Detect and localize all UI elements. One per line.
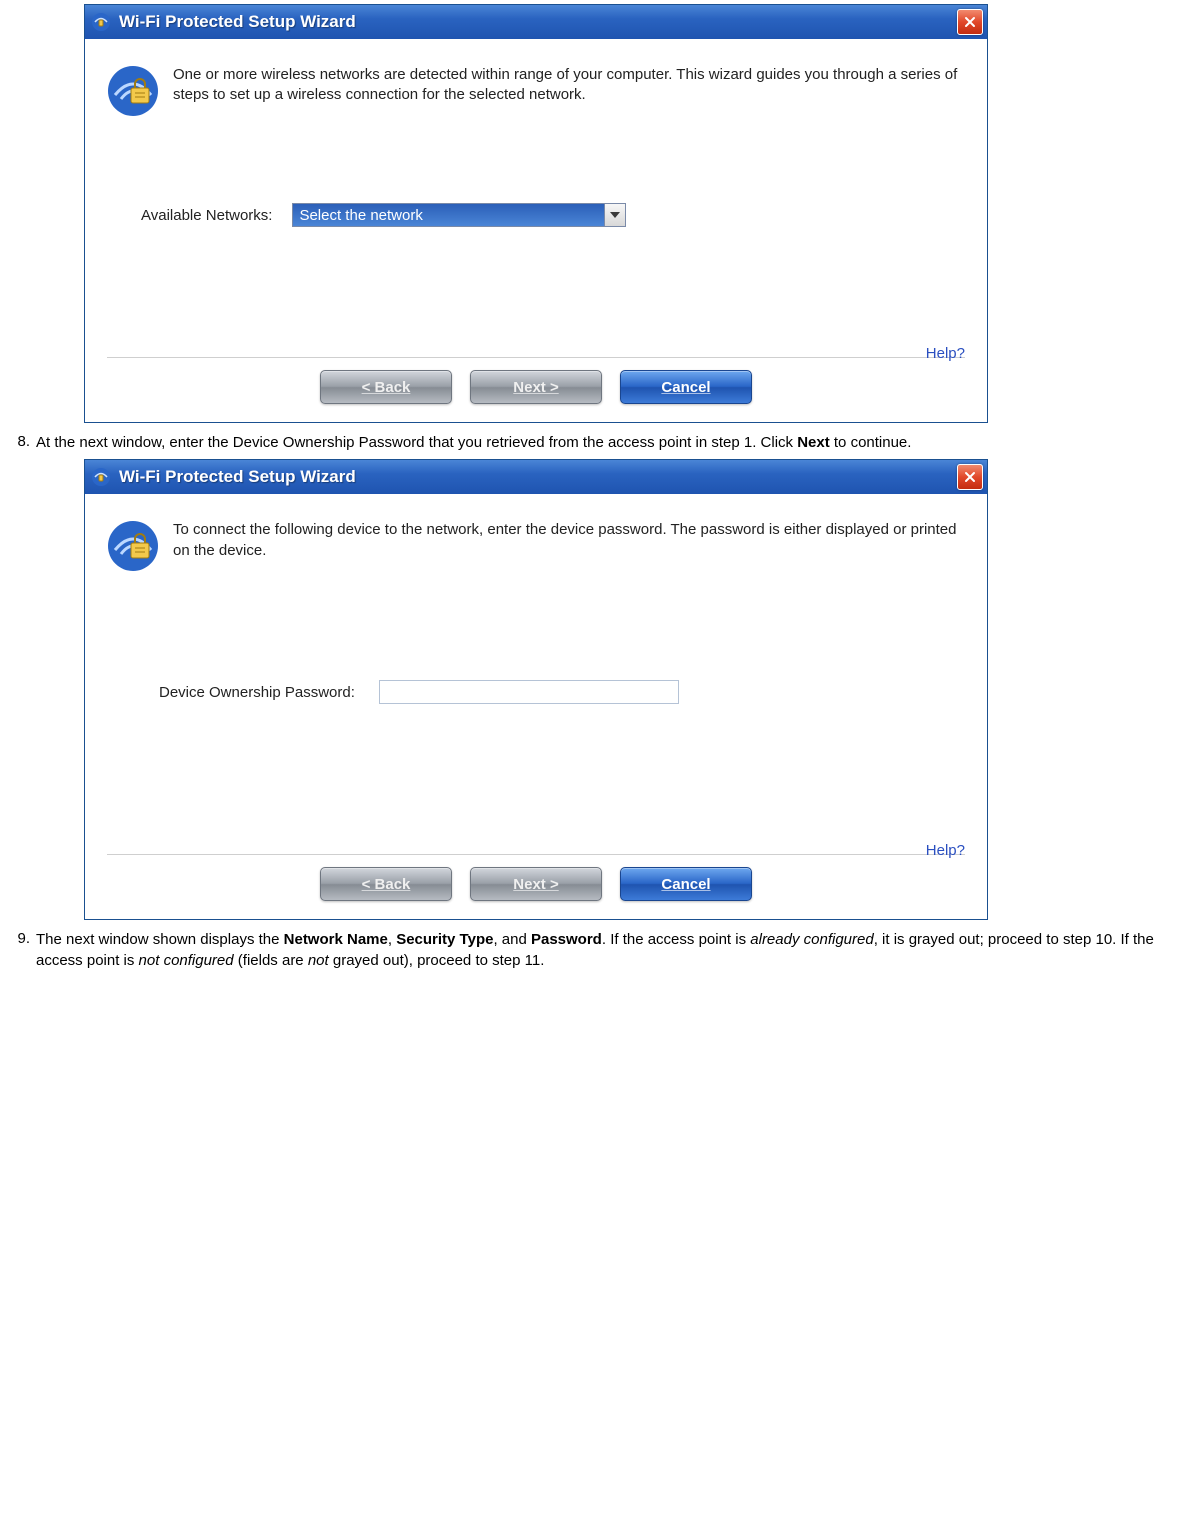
- window-title: Wi-Fi Protected Setup Wizard: [119, 12, 949, 32]
- back-button[interactable]: < Back: [320, 867, 452, 901]
- network-select-value: Select the network: [299, 207, 604, 224]
- text: ,: [388, 931, 396, 948]
- divider: [107, 854, 965, 855]
- close-button[interactable]: [957, 464, 983, 490]
- app-icon: [91, 467, 111, 487]
- intro-text: To connect the following device to the n…: [173, 520, 965, 561]
- text: (fields are: [234, 952, 308, 969]
- text: to continue.: [830, 434, 912, 451]
- close-button[interactable]: [957, 9, 983, 35]
- text: The next window shown displays the: [36, 931, 284, 948]
- cancel-button[interactable]: Cancel: [620, 867, 752, 901]
- help-link[interactable]: Help?: [926, 345, 965, 362]
- intro-text: One or more wireless networks are detect…: [173, 65, 965, 106]
- step-text: The next window shown displays the Netwo…: [36, 930, 1186, 971]
- step-text: At the next window, enter the Device Own…: [36, 433, 1186, 453]
- text: . If the access point is: [602, 931, 750, 948]
- text: At the next window, enter the Device Own…: [36, 434, 797, 451]
- italic: not configured: [139, 952, 234, 969]
- step-8: 8. At the next window, enter the Device …: [0, 433, 1186, 453]
- text: , and: [493, 931, 531, 948]
- divider: [107, 357, 965, 358]
- wifi-lock-icon: [107, 65, 159, 117]
- wifi-lock-icon: [107, 520, 159, 572]
- step-number: 9.: [0, 930, 36, 947]
- next-button[interactable]: Next >: [470, 867, 602, 901]
- text: grayed out), proceed to step 11.: [329, 952, 545, 969]
- app-icon: [91, 12, 111, 32]
- step-9: 9. The next window shown displays the Ne…: [0, 930, 1186, 971]
- window-title: Wi-Fi Protected Setup Wizard: [119, 467, 949, 487]
- titlebar[interactable]: Wi-Fi Protected Setup Wizard: [85, 5, 987, 39]
- bold: Next: [797, 434, 830, 451]
- titlebar[interactable]: Wi-Fi Protected Setup Wizard: [85, 460, 987, 494]
- bold: Password: [531, 931, 602, 948]
- italic: not: [308, 952, 329, 969]
- chevron-down-icon: [604, 204, 625, 226]
- step-number: 8.: [0, 433, 36, 450]
- bold: Security Type: [396, 931, 493, 948]
- network-select[interactable]: Select the network: [292, 203, 626, 227]
- italic: already configured: [750, 931, 873, 948]
- next-button[interactable]: Next >: [470, 370, 602, 404]
- cancel-button[interactable]: Cancel: [620, 370, 752, 404]
- bold: Network Name: [284, 931, 388, 948]
- help-link[interactable]: Help?: [926, 842, 965, 859]
- available-networks-label: Available Networks:: [141, 207, 272, 224]
- device-password-input[interactable]: [379, 680, 679, 704]
- back-button[interactable]: < Back: [320, 370, 452, 404]
- wizard-dialog-1: Wi-Fi Protected Setup Wizard: [84, 4, 988, 423]
- device-password-label: Device Ownership Password:: [159, 684, 355, 701]
- wizard-dialog-2: Wi-Fi Protected Setup Wizard: [84, 459, 988, 920]
